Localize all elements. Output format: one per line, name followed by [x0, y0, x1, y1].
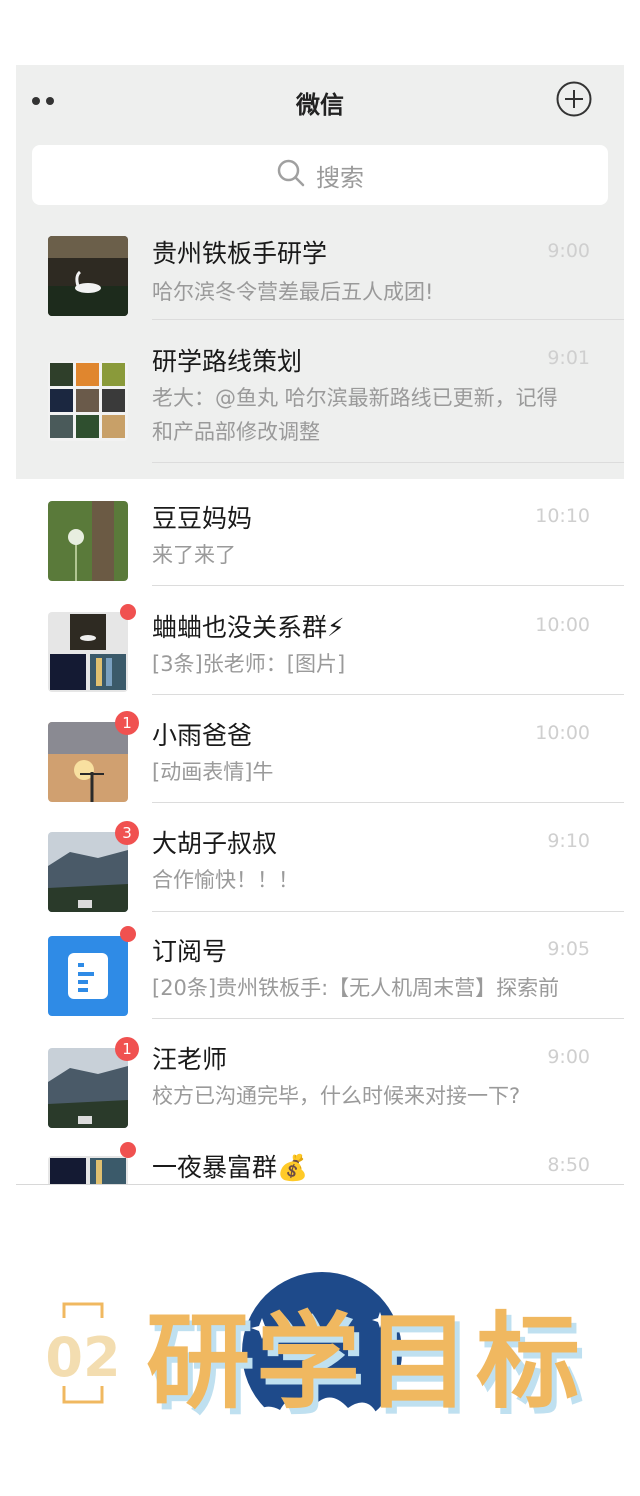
section-number: 02 — [45, 1326, 120, 1389]
add-icon[interactable] — [556, 81, 592, 117]
avatar — [48, 1048, 128, 1128]
chat-name: 汪老师 — [152, 1045, 228, 1074]
divider — [152, 462, 624, 463]
avatar — [48, 361, 128, 441]
avatar — [48, 722, 128, 802]
chat-name: 蛐蛐也没关系群⚡ — [152, 613, 345, 642]
chat-time: 9:05 — [547, 938, 590, 960]
chat-last-message: 哈尔滨冬令营差最后五人成团! — [152, 280, 434, 304]
chat-row[interactable]: 贵州铁板手研学 9:00 哈尔滨冬令营差最后五人成团! — [16, 236, 624, 344]
avatar — [48, 832, 128, 912]
chat-name: 订阅号 — [152, 937, 228, 966]
chat-last-message: [20条]贵州铁板手:【无人机周末营】探索前 — [152, 976, 560, 1000]
divider — [152, 1018, 624, 1019]
chat-last-message: [3条]张老师：[图片] — [152, 652, 346, 676]
avatar — [48, 236, 128, 316]
chat-time: 10:00 — [535, 614, 590, 636]
chat-row[interactable]: 1 小雨爸爸 10:00 [动画表情]牛 — [16, 711, 624, 826]
chat-name: 大胡子叔叔 — [152, 829, 278, 858]
chat-last-message: 来了来了 — [152, 543, 236, 567]
chat-time: 9:10 — [547, 830, 590, 852]
chat-row[interactable]: 1 汪老师 9:00 校方已沟通完毕，什么时候来对接一下? — [16, 1037, 624, 1150]
chat-last-message: [动画表情]牛 — [152, 760, 274, 784]
chat-name: 贵州铁板手研学 — [152, 239, 328, 268]
divider — [16, 1184, 624, 1185]
chat-time: 9:01 — [547, 347, 590, 369]
avatar — [48, 612, 128, 692]
section-title: 研学目标 — [146, 1300, 586, 1423]
search-placeholder: 搜索 — [316, 163, 364, 192]
unread-dot — [120, 1142, 136, 1158]
chat-last-message: 校方已沟通完毕，什么时候来对接一下? — [152, 1084, 521, 1108]
chat-time: 9:00 — [547, 1046, 590, 1068]
unread-dot — [120, 604, 136, 620]
divider — [152, 694, 624, 695]
wechat-chat-list: 微信 搜索 贵州铁板手研学 9:00 哈尔滨冬令营差最后五人成团! 研学路线策划… — [16, 65, 624, 1185]
unread-badge: 1 — [115, 711, 139, 735]
page-title: 微信 — [296, 91, 344, 119]
chat-row[interactable]: 订阅号 9:05 [20条]贵州铁板手:【无人机周末营】探索前 — [16, 926, 624, 1042]
search-icon — [276, 158, 306, 192]
chat-last-message-continued: 和产品部修改调整 — [152, 420, 320, 444]
divider — [152, 911, 624, 912]
chat-row[interactable]: 豆豆妈妈 10:10 来了来了 — [16, 501, 624, 609]
chat-row[interactable]: 3 大胡子叔叔 9:10 合作愉快！！！ — [16, 821, 624, 934]
divider — [152, 585, 624, 586]
chat-row[interactable]: 一夜暴富群💰 8:50 — [16, 1142, 624, 1185]
chat-time: 10:10 — [535, 505, 590, 527]
chat-time: 10:00 — [535, 722, 590, 744]
chat-row[interactable]: 蛐蛐也没关系群⚡ 10:00 [3条]张老师：[图片] — [16, 604, 624, 718]
unread-badge: 1 — [115, 1037, 139, 1061]
search-input[interactable]: 搜索 — [32, 145, 608, 205]
section-banner: 02 研学目标 研学目标 — [0, 1260, 640, 1460]
avatar — [48, 501, 128, 581]
chat-row[interactable]: 研学路线策划 9:01 老大：@鱼丸 哈尔滨最新路线已更新，记得 和产品部修改调… — [16, 343, 624, 479]
chat-last-message: 老大：@鱼丸 哈尔滨最新路线已更新，记得 — [152, 386, 558, 410]
chat-time: 8:50 — [547, 1154, 590, 1176]
chat-name: 豆豆妈妈 — [152, 504, 253, 533]
divider — [152, 802, 624, 803]
unread-dot — [120, 926, 136, 942]
divider — [152, 319, 624, 320]
chat-time: 9:00 — [547, 240, 590, 262]
chat-name: 小雨爸爸 — [152, 721, 253, 750]
subscription-icon — [48, 936, 128, 1016]
chat-last-message: 合作愉快！！！ — [152, 868, 299, 892]
nav-bar: 微信 — [16, 65, 624, 137]
chat-name: 研学路线策划 — [152, 347, 303, 376]
avatar — [48, 1156, 128, 1185]
chat-name: 一夜暴富群💰 — [152, 1153, 309, 1182]
unread-badge: 3 — [115, 821, 139, 845]
